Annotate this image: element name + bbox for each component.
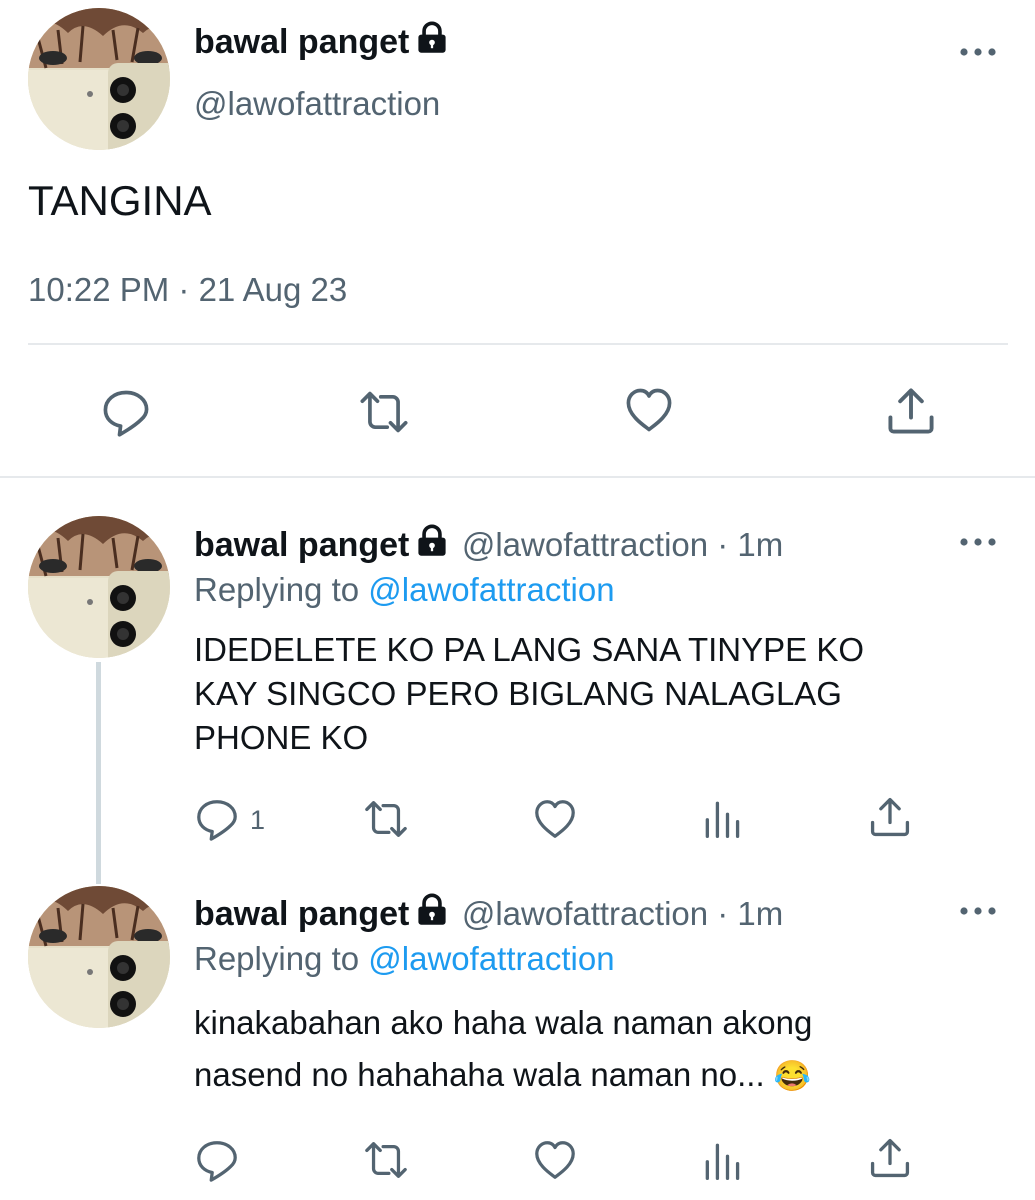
tweet-text: TANGINA [28,177,212,224]
handle-time[interactable]: @lawofattraction · 1m [462,895,783,932]
share-icon[interactable] [868,1136,912,1180]
divider [28,343,1008,345]
display-name[interactable]: bawal panget [194,20,449,64]
share-icon[interactable] [885,385,937,437]
lock-icon [415,21,449,55]
more-icon[interactable] [958,42,998,62]
handle[interactable]: @lawofattraction [194,82,440,126]
reply-icon[interactable] [100,386,152,438]
avatar[interactable] [28,8,170,150]
more-icon[interactable] [958,901,998,921]
handle-time[interactable]: @lawofattraction · 1m [462,526,783,563]
thread-line [96,662,101,884]
share-icon[interactable] [868,795,912,839]
section-divider [0,476,1035,478]
reply-text: IDEDELETE KO PA LANG SANA TINYPE KO KAY … [194,631,865,756]
avatar[interactable] [28,886,170,1028]
reply-icon[interactable] [194,1137,240,1183]
lock-icon [415,893,449,927]
replying-to-link[interactable]: @lawofattraction [368,940,614,977]
retweet-icon[interactable] [360,1137,412,1183]
like-icon[interactable] [531,1137,579,1183]
replying-to-link[interactable]: @lawofattraction [368,571,614,608]
display-name[interactable]: bawal panget [194,895,409,933]
avatar[interactable] [28,516,170,658]
like-icon[interactable] [622,384,676,436]
views-icon[interactable] [700,796,744,840]
timestamp[interactable]: 10:22 PM · 21 Aug 23 [28,268,347,312]
retweet-icon[interactable] [355,386,413,438]
replying-to: Replying to @lawofattraction [194,571,615,608]
laughing-emoji: 😂 [773,1060,812,1093]
reply-icon[interactable] [194,796,240,842]
views-icon[interactable] [700,1138,744,1182]
display-name[interactable]: bawal panget [194,526,409,564]
retweet-icon[interactable] [360,796,412,842]
more-icon[interactable] [958,532,998,552]
like-icon[interactable] [531,796,579,842]
replying-to: Replying to @lawofattraction [194,940,615,977]
reply-count: 1 [250,805,266,835]
lock-icon [415,524,449,558]
reply-text: kinakabahan ako haha wala naman akong na… [194,1004,813,1093]
